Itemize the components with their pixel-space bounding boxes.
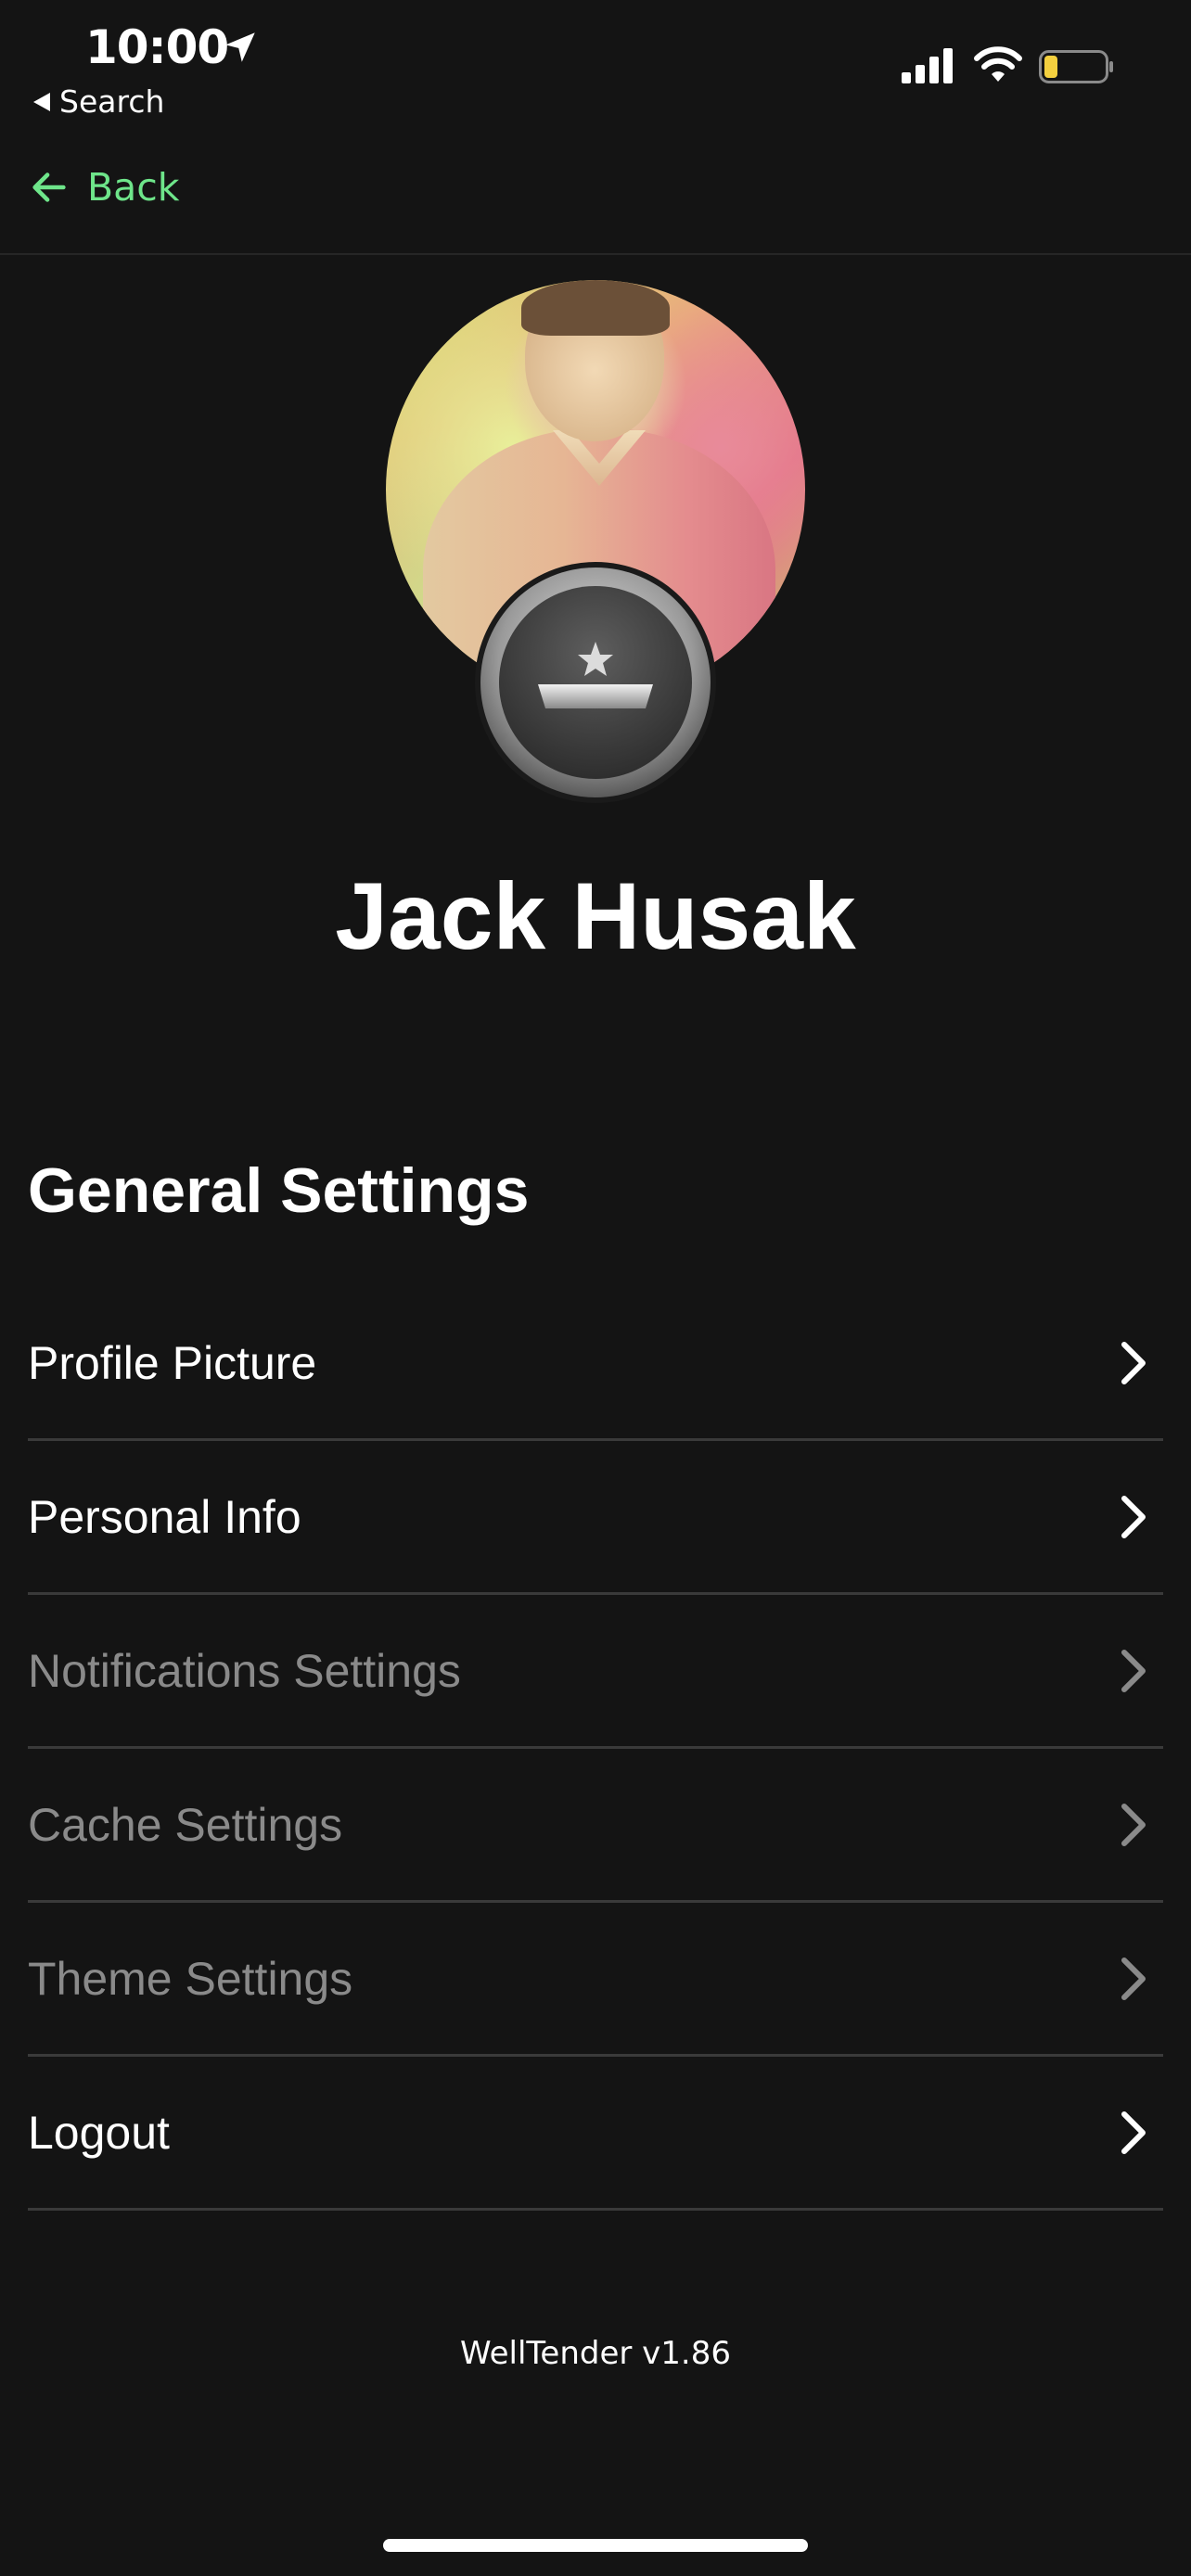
settings-item-label: Personal Info bbox=[28, 1490, 301, 1543]
chevron-right-icon bbox=[1121, 1649, 1146, 1692]
profile-name: Jack Husak bbox=[335, 863, 856, 969]
settings-item-personal-info[interactable]: Personal Info bbox=[28, 1441, 1163, 1595]
back-button[interactable]: Back bbox=[28, 165, 180, 210]
back-to-app-label: Search bbox=[59, 83, 165, 120]
settings-item-label: Logout bbox=[28, 2106, 170, 2159]
chevron-right-icon bbox=[1121, 1957, 1146, 2000]
settings-item-label: Notifications Settings bbox=[28, 1644, 461, 1697]
settings-item-label: Theme Settings bbox=[28, 1952, 353, 2005]
avatar-hair bbox=[521, 280, 670, 336]
chevron-right-icon bbox=[1121, 1803, 1146, 1846]
settings-item-cache[interactable]: Cache Settings bbox=[28, 1749, 1163, 1903]
chevron-right-icon bbox=[1121, 2111, 1146, 2154]
chevron-right-icon bbox=[1121, 1341, 1146, 1384]
battery-icon bbox=[1039, 50, 1113, 83]
settings-list: Profile Picture Personal Info Notificati… bbox=[28, 1287, 1163, 2211]
chevron-right-icon bbox=[1121, 1495, 1146, 1538]
status-time: 10:00 bbox=[85, 20, 229, 74]
cellular-signal-icon bbox=[902, 48, 953, 83]
wifi-icon bbox=[974, 46, 1022, 82]
settings-item-label: Cache Settings bbox=[28, 1798, 343, 1851]
home-indicator[interactable] bbox=[383, 2539, 808, 2552]
rank-badge-icon bbox=[475, 562, 716, 803]
back-label: Back bbox=[87, 165, 180, 210]
arrow-left-icon bbox=[32, 172, 66, 202]
back-triangle-icon bbox=[33, 92, 50, 111]
location-arrow-icon bbox=[225, 32, 255, 62]
settings-item-label: Profile Picture bbox=[28, 1336, 317, 1389]
settings-item-notifications[interactable]: Notifications Settings bbox=[28, 1595, 1163, 1749]
settings-item-profile-picture[interactable]: Profile Picture bbox=[28, 1287, 1163, 1441]
settings-item-theme[interactable]: Theme Settings bbox=[28, 1903, 1163, 2057]
nav-divider bbox=[0, 253, 1191, 255]
section-title: General Settings bbox=[28, 1155, 530, 1226]
back-to-app-link[interactable]: Search bbox=[33, 83, 164, 120]
app-version: WellTender v1.86 bbox=[459, 2335, 731, 2372]
settings-item-logout[interactable]: Logout bbox=[28, 2057, 1163, 2211]
